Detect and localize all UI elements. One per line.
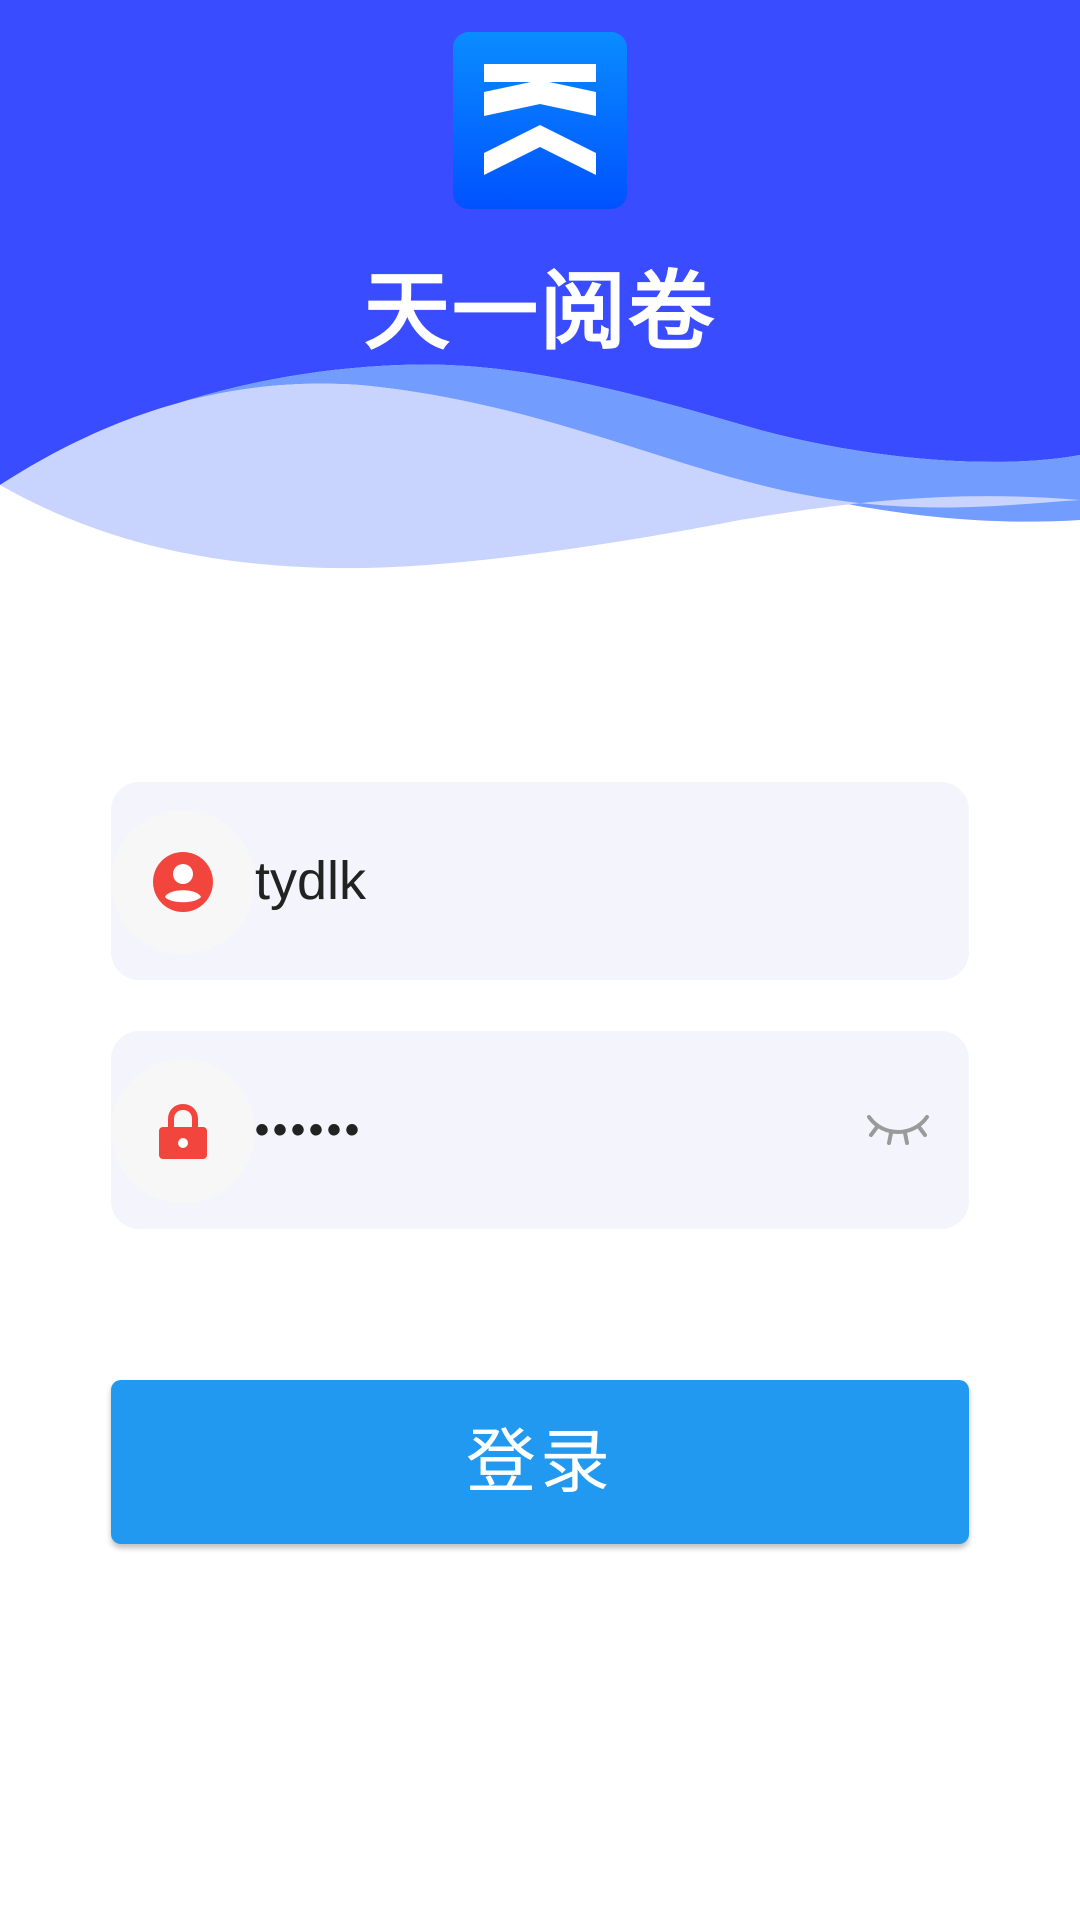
password-icon-wrapper (111, 1059, 255, 1203)
username-field[interactable] (111, 782, 969, 980)
username-icon-wrapper (111, 810, 255, 954)
password-field[interactable]: •••••• (111, 1031, 969, 1229)
username-input[interactable] (255, 782, 815, 980)
eye-closed-icon[interactable] (863, 1107, 933, 1151)
app-title: 天一阅卷 (364, 262, 716, 362)
header-banner: 天一阅卷 (0, 0, 1080, 600)
login-screen: 天一阅卷 •••••• (0, 0, 1080, 1920)
user-icon (153, 852, 213, 912)
login-button[interactable]: 登录 (111, 1380, 969, 1544)
app-logo (453, 32, 627, 209)
lock-icon (159, 1103, 207, 1159)
tianyi-logo-icon (484, 64, 596, 175)
password-input[interactable]: •••••• (255, 1031, 815, 1229)
